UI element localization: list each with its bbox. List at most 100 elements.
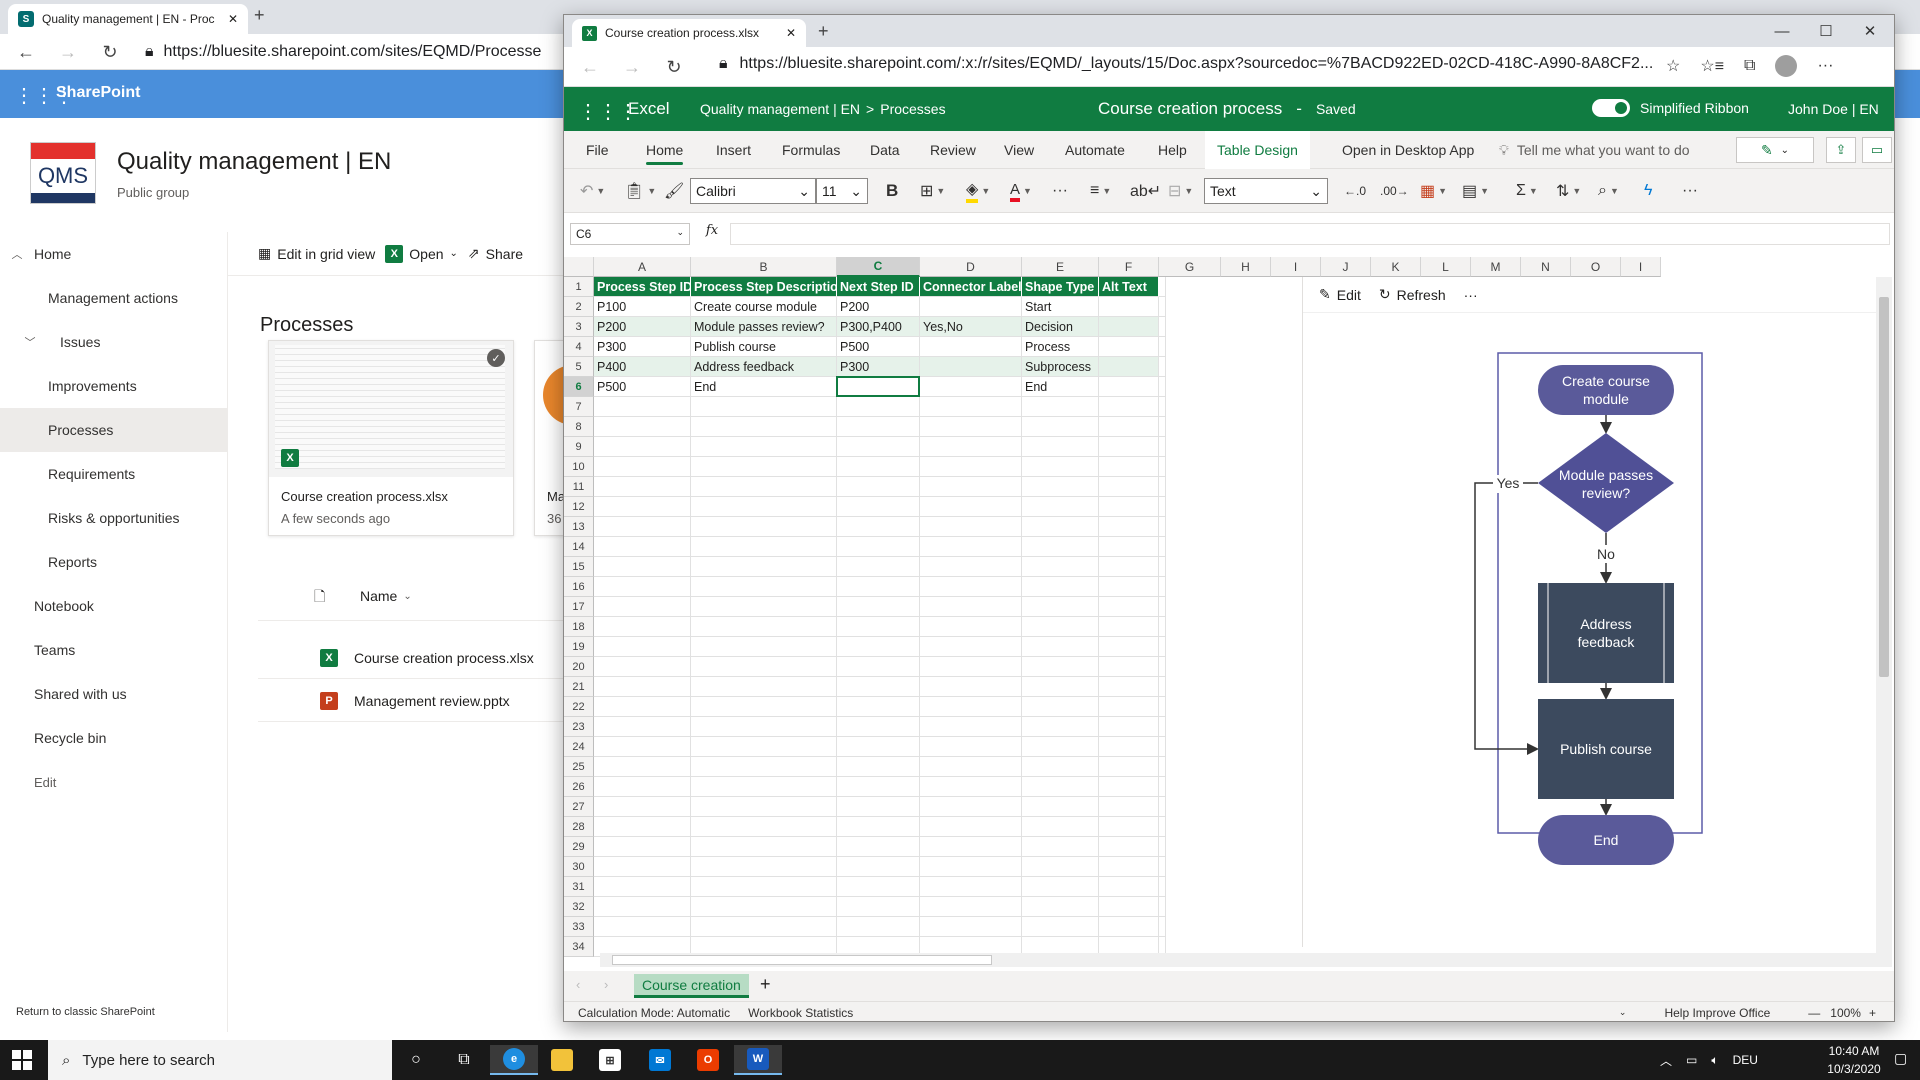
column-header-o[interactable]: O bbox=[1571, 257, 1621, 277]
grid-cell[interactable] bbox=[1159, 737, 1166, 757]
excel-tab[interactable]: X Course creation process.xlsx ✕ bbox=[572, 19, 806, 47]
nav-item-improvements[interactable]: Improvements bbox=[0, 364, 227, 408]
table-cell[interactable] bbox=[1099, 897, 1159, 917]
table-cell[interactable] bbox=[1099, 757, 1159, 777]
table-cell[interactable] bbox=[1099, 457, 1159, 477]
mail-icon[interactable]: ✉ bbox=[636, 1045, 684, 1075]
table-cell[interactable] bbox=[1022, 877, 1099, 897]
table-cell[interactable] bbox=[1022, 457, 1099, 477]
table-cell[interactable] bbox=[1099, 297, 1159, 317]
grid-cell[interactable] bbox=[1159, 397, 1166, 417]
table-cell[interactable] bbox=[837, 597, 920, 617]
row-header[interactable]: 9 bbox=[564, 437, 594, 457]
document-title-area[interactable]: Course creation process - Saved bbox=[1098, 99, 1356, 119]
table-cell[interactable] bbox=[837, 457, 920, 477]
table-cell[interactable] bbox=[920, 817, 1022, 837]
table-cell[interactable] bbox=[1099, 377, 1159, 397]
subprocess-shape[interactable] bbox=[1538, 583, 1674, 683]
table-cell[interactable] bbox=[920, 877, 1022, 897]
table-cell[interactable] bbox=[837, 517, 920, 537]
favorites-icon[interactable]: ☆≡ bbox=[1700, 56, 1724, 76]
table-cell[interactable] bbox=[1022, 397, 1099, 417]
table-cell[interactable] bbox=[594, 397, 691, 417]
next-sheet-icon[interactable]: › bbox=[604, 977, 608, 992]
conditional-format-button[interactable]: ▦ ▼ bbox=[1420, 177, 1447, 205]
table-header-cell[interactable]: Alt Text bbox=[1099, 277, 1159, 297]
name-box[interactable]: C6 ⌄ bbox=[570, 223, 690, 245]
column-header-n[interactable]: N bbox=[1521, 257, 1571, 277]
nav-item-management-actions[interactable]: Management actions bbox=[0, 276, 227, 320]
chevron-down-icon[interactable]: ⌄ bbox=[1619, 1007, 1627, 1018]
tab-review[interactable]: Review bbox=[930, 131, 976, 169]
cortana-icon[interactable]: ○ bbox=[392, 1045, 440, 1075]
table-cell[interactable] bbox=[594, 517, 691, 537]
row-header[interactable]: 30 bbox=[564, 857, 594, 877]
table-cell[interactable] bbox=[594, 877, 691, 897]
diagram-edit-button[interactable]: ✎ Edit bbox=[1319, 286, 1361, 303]
font-color-button[interactable]: A ▼ bbox=[1010, 177, 1032, 205]
grid-cell[interactable] bbox=[1159, 717, 1166, 737]
table-cell[interactable] bbox=[594, 497, 691, 517]
table-cell[interactable]: Module passes review? bbox=[691, 317, 837, 337]
table-cell[interactable] bbox=[691, 717, 837, 737]
store-icon[interactable]: ⊞ bbox=[586, 1045, 634, 1075]
column-header-m[interactable]: M bbox=[1471, 257, 1521, 277]
table-cell[interactable] bbox=[1022, 497, 1099, 517]
borders-button[interactable]: ⊞ ▼ bbox=[920, 177, 945, 205]
tab-file[interactable]: File bbox=[586, 131, 609, 169]
volume-icon[interactable]: 🔈︎ bbox=[1711, 1053, 1718, 1068]
table-cell[interactable] bbox=[1022, 717, 1099, 737]
table-cell[interactable] bbox=[920, 577, 1022, 597]
decrease-decimal-button[interactable]: .00→ bbox=[1380, 177, 1409, 205]
table-cell[interactable] bbox=[691, 697, 837, 717]
table-cell[interactable] bbox=[1099, 617, 1159, 637]
help-improve-office[interactable]: Help Improve Office bbox=[1664, 1006, 1770, 1020]
table-cell[interactable]: Subprocess bbox=[1022, 357, 1099, 377]
breadcrumb-site[interactable]: Quality management | EN bbox=[700, 101, 860, 117]
grid-cell[interactable] bbox=[1159, 297, 1166, 317]
table-cell[interactable] bbox=[1022, 477, 1099, 497]
table-cell[interactable] bbox=[1022, 437, 1099, 457]
task-view-icon[interactable]: ⧉ bbox=[440, 1045, 488, 1075]
grid-cell[interactable] bbox=[1159, 777, 1166, 797]
close-tab-icon[interactable]: ✕ bbox=[786, 26, 796, 40]
table-cell[interactable] bbox=[1022, 897, 1099, 917]
table-cell[interactable] bbox=[594, 637, 691, 657]
table-cell[interactable] bbox=[920, 377, 1022, 397]
more-font-options-icon[interactable]: ··· bbox=[1052, 177, 1068, 205]
table-cell[interactable] bbox=[594, 917, 691, 937]
table-cell[interactable] bbox=[691, 597, 837, 617]
close-tab-icon[interactable]: ✕ bbox=[228, 12, 238, 26]
tab-data[interactable]: Data bbox=[870, 131, 900, 169]
nav-item-risks[interactable]: Risks & opportunities bbox=[0, 496, 227, 540]
horizontal-scrollbar[interactable] bbox=[600, 953, 1892, 967]
table-cell[interactable]: Create course module bbox=[691, 297, 837, 317]
grid-cell[interactable] bbox=[1159, 697, 1166, 717]
table-cell[interactable] bbox=[594, 697, 691, 717]
table-cell[interactable] bbox=[920, 297, 1022, 317]
return-classic-link[interactable]: Return to classic SharePoint bbox=[16, 1006, 155, 1018]
file-card-course[interactable]: ✓ X Course creation process.xlsx A few s… bbox=[268, 340, 514, 536]
grid-cell[interactable] bbox=[1159, 317, 1166, 337]
table-cell[interactable] bbox=[1022, 617, 1099, 637]
table-cell[interactable] bbox=[1022, 517, 1099, 537]
reload-icon[interactable]: ↻ bbox=[660, 53, 688, 81]
nav-item-shared[interactable]: Shared with us bbox=[0, 672, 227, 716]
row-header[interactable]: 8 bbox=[564, 417, 594, 437]
excel-url-field[interactable]: 🔒︎ https://bluesite.sharepoint.com/:x:/r… bbox=[719, 55, 1653, 73]
table-cell[interactable] bbox=[837, 857, 920, 877]
table-cell[interactable] bbox=[1099, 637, 1159, 657]
open-desktop-app-button[interactable]: Open in Desktop App bbox=[1342, 131, 1474, 169]
table-cell[interactable] bbox=[837, 397, 920, 417]
table-cell[interactable] bbox=[594, 537, 691, 557]
table-cell[interactable] bbox=[1022, 737, 1099, 757]
table-cell[interactable]: P500 bbox=[837, 337, 920, 357]
table-cell[interactable] bbox=[920, 597, 1022, 617]
site-logo[interactable]: QMS bbox=[30, 142, 96, 204]
forward-icon[interactable]: → bbox=[54, 38, 82, 66]
table-cell[interactable] bbox=[837, 877, 920, 897]
table-cell[interactable] bbox=[920, 437, 1022, 457]
toggle-switch[interactable] bbox=[1592, 99, 1630, 117]
grid-cell[interactable] bbox=[1159, 897, 1166, 917]
table-cell[interactable] bbox=[920, 737, 1022, 757]
